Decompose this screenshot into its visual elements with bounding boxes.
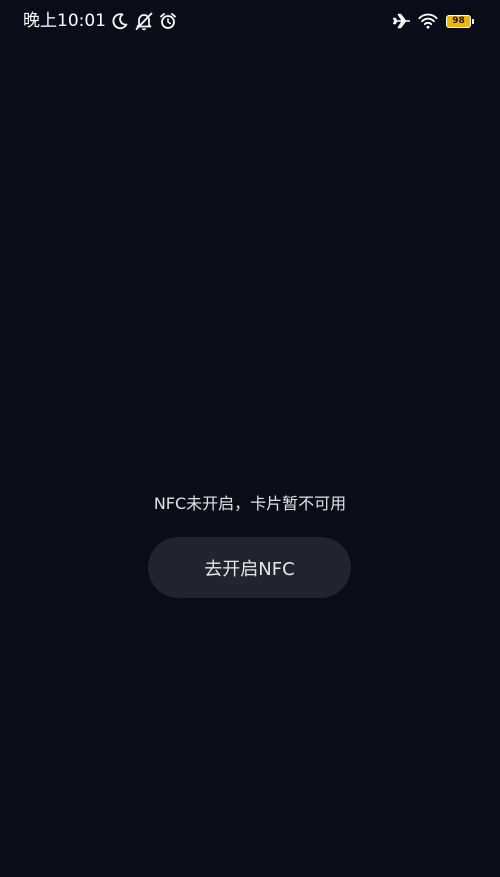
wifi-icon — [418, 11, 438, 31]
mute-icon — [134, 11, 154, 31]
battery-body: 98 — [446, 14, 471, 28]
alarm-icon — [158, 11, 178, 31]
nfc-disabled-message: NFC未开启，卡片暂不可用 — [153, 494, 347, 513]
battery-level: 98 — [452, 16, 465, 26]
status-bar-right: 98 — [388, 10, 474, 32]
airplane-icon — [392, 11, 412, 31]
battery-tip — [472, 18, 474, 24]
nfc-disabled-screen: 晚上10:01 98 NFC未开启，卡片暂不可用 去开启NFC — [0, 0, 500, 877]
moon-icon — [110, 11, 130, 31]
status-time: 晚上10:01 — [23, 11, 106, 31]
status-bar: 晚上10:01 98 — [0, 0, 500, 42]
status-bar-left: 晚上10:01 — [23, 10, 178, 32]
battery-icon: 98 — [446, 14, 474, 28]
enable-nfc-button[interactable]: 去开启NFC — [148, 537, 351, 598]
